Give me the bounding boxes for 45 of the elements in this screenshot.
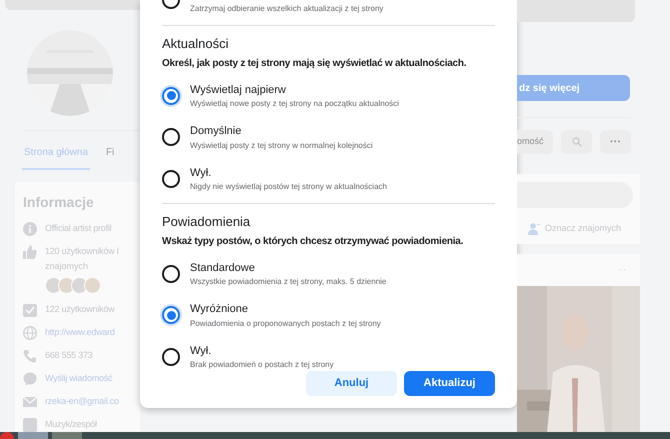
page-tab[interactable]: Fi xyxy=(104,145,116,170)
message-button[interactable]: omość xyxy=(517,130,553,154)
thumbs-up-icon xyxy=(23,245,37,259)
update-button[interactable]: Aktualizuj xyxy=(404,371,495,396)
option-label[interactable]: Wyświetlaj najpierw xyxy=(190,82,399,98)
option-description: Wszystkie powiadomienia z tej strony, maks. 5 dziennie xyxy=(190,276,386,288)
section-heading: Aktualności xyxy=(162,35,230,53)
more-button[interactable]: ··· xyxy=(600,130,631,154)
cancel-button[interactable]: Anuluj xyxy=(306,371,397,396)
page-tab[interactable]: Strona główna xyxy=(22,145,90,170)
person-icon xyxy=(528,222,540,235)
option-label[interactable]: Wył. xyxy=(190,164,387,181)
friend-avatar xyxy=(45,277,62,294)
radio-button[interactable] xyxy=(162,86,180,105)
option-label[interactable]: Standardowe xyxy=(190,260,386,276)
about-text[interactable]: http://www.edward xyxy=(45,326,115,338)
option-description: Wyświetlaj posty z tej strony w normalnej kolejności xyxy=(190,140,373,152)
option-label[interactable]: Domyślnie xyxy=(190,123,373,140)
option-description: Wyświetlaj nowe posty z tej strony na początku aktualności xyxy=(190,98,399,110)
option-label[interactable]: Wyróżnione xyxy=(190,301,381,318)
friend-avatar xyxy=(84,277,101,294)
section-subtitle: Wskaż typy postów, o których chcesz otrzymywać powiadomienia. xyxy=(162,234,464,248)
radio-button[interactable] xyxy=(162,348,180,366)
search-icon xyxy=(572,137,582,147)
section-heading: Powiadomienia xyxy=(162,213,252,231)
globe-icon xyxy=(23,326,37,340)
option-label[interactable]: Wył. xyxy=(190,342,334,359)
option-description: Zatrzymaj odbieranie wszelkich aktualizacji z tej strony xyxy=(190,3,384,15)
phone-icon xyxy=(23,349,37,363)
radio-button[interactable] xyxy=(162,128,180,146)
radio-button[interactable] xyxy=(162,170,180,188)
option-description: Nigdy nie wyświetlaj postów tej strony w aktualnościach xyxy=(190,181,387,193)
option-description: Brak powiadomień o postach z tej strony xyxy=(190,359,334,371)
envelope-icon xyxy=(23,395,37,409)
section-subtitle: Określ, jak posty z tej strony mają się wyświetlać w aktualnościach. xyxy=(162,56,468,70)
radio-button[interactable] xyxy=(162,306,180,324)
learn-more-button[interactable]: dz się więcej xyxy=(517,75,630,101)
checkin-icon xyxy=(23,303,37,317)
messenger-icon xyxy=(23,372,37,386)
radio-button[interactable] xyxy=(162,264,180,283)
option-description: Powiadomienia o proponowanych postach z tej strony xyxy=(190,318,381,330)
about-text[interactable]: Wyślij wiadomość xyxy=(45,372,112,384)
info-icon xyxy=(23,222,37,236)
about-text[interactable]: rzeka-en@gmail.co xyxy=(45,395,119,407)
post-menu-button[interactable]: ··· xyxy=(618,264,626,276)
